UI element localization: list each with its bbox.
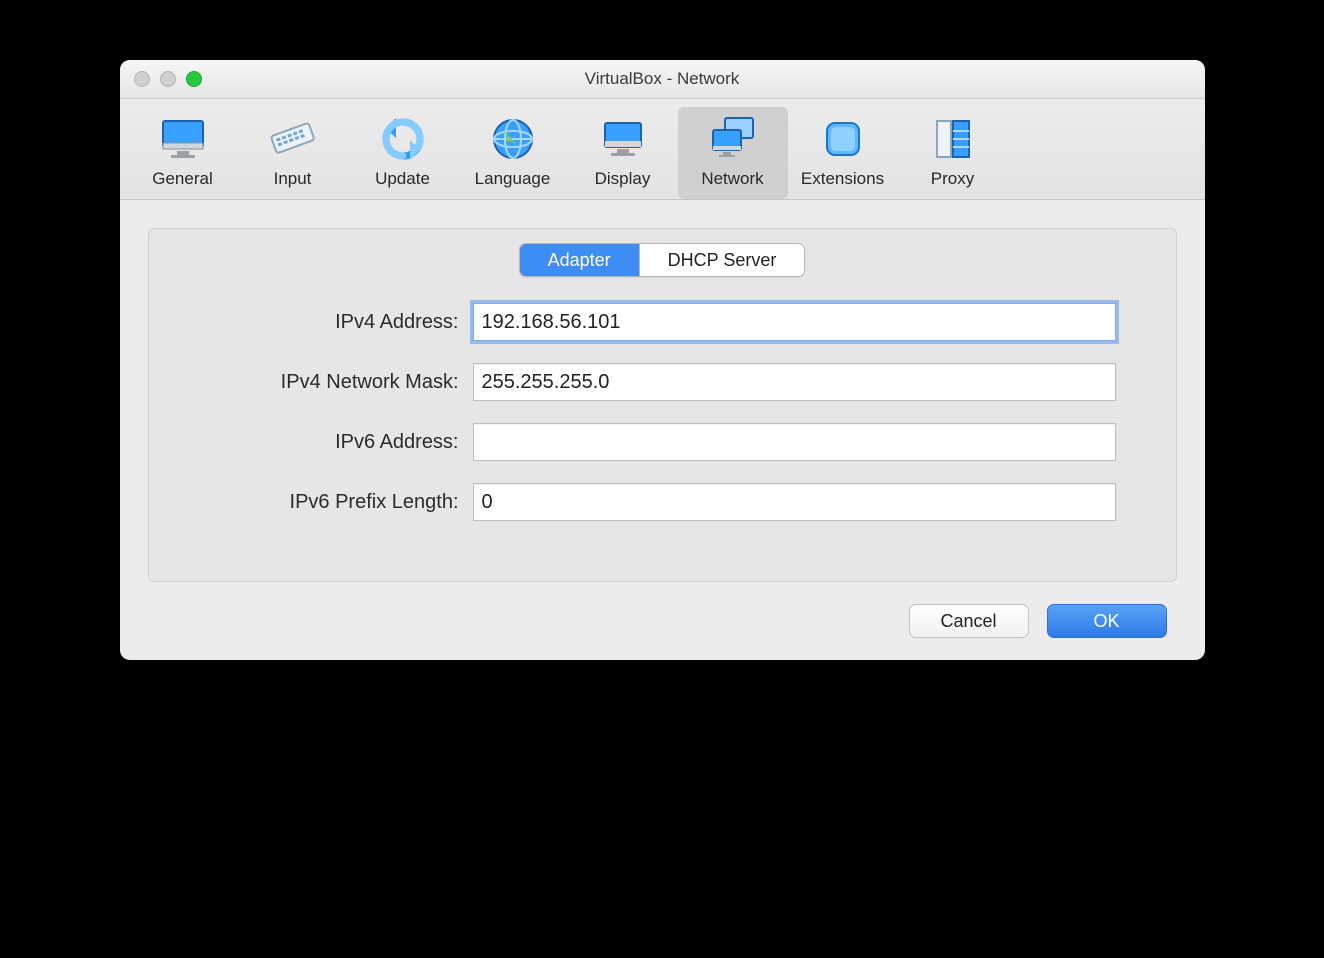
toolbar-item-network[interactable]: Network xyxy=(678,107,788,199)
toolbar-item-update[interactable]: Update xyxy=(348,107,458,199)
ok-button[interactable]: OK xyxy=(1047,604,1167,638)
toolbar-label: Network xyxy=(678,169,788,189)
proxy-icon xyxy=(898,113,1008,165)
display-icon xyxy=(568,113,678,165)
monitor-icon xyxy=(128,113,238,165)
ipv6-prefix-input[interactable] xyxy=(473,483,1116,521)
toolbar-label: Input xyxy=(238,169,348,189)
cancel-button[interactable]: Cancel xyxy=(909,604,1029,638)
refresh-icon xyxy=(348,113,458,165)
ipv4-mask-label: IPv4 Network Mask: xyxy=(149,371,459,394)
tab-segment-wrap: Adapter DHCP Server xyxy=(149,229,1176,303)
window-title: VirtualBox - Network xyxy=(120,69,1205,89)
ipv4-mask-input[interactable] xyxy=(473,363,1116,401)
titlebar: VirtualBox - Network xyxy=(120,60,1205,99)
tab-segment: Adapter DHCP Server xyxy=(519,243,806,277)
toolbar-item-display[interactable]: Display xyxy=(568,107,678,199)
dialog-footer: Cancel OK xyxy=(148,582,1177,638)
tab-dhcp-server[interactable]: DHCP Server xyxy=(639,244,805,276)
toolbar-label: Update xyxy=(348,169,458,189)
toolbar-label: General xyxy=(128,169,238,189)
toolbar-item-proxy[interactable]: Proxy xyxy=(898,107,1008,199)
ipv6-address-label: IPv6 Address: xyxy=(149,431,459,454)
toolbar-item-general[interactable]: General xyxy=(128,107,238,199)
preferences-toolbar: General Input xyxy=(120,99,1205,200)
toolbar-label: Language xyxy=(458,169,568,189)
keyboard-icon xyxy=(238,113,348,165)
toolbar-label: Proxy xyxy=(898,169,1008,189)
network-icon xyxy=(678,113,788,165)
toolbar-label: Extensions xyxy=(788,169,898,189)
network-form: IPv4 Address: IPv4 Network Mask: IPv6 Ad… xyxy=(149,303,1176,521)
globe-icon xyxy=(458,113,568,165)
content-area: Adapter DHCP Server IPv4 Address: IPv4 N… xyxy=(120,200,1205,660)
tab-adapter[interactable]: Adapter xyxy=(520,244,639,276)
toolbar-item-input[interactable]: Input xyxy=(238,107,348,199)
toolbar-item-language[interactable]: Language xyxy=(458,107,568,199)
preferences-window: VirtualBox - Network General xyxy=(120,60,1205,660)
ipv6-prefix-label: IPv6 Prefix Length: xyxy=(149,491,459,514)
adapter-panel: Adapter DHCP Server IPv4 Address: IPv4 N… xyxy=(148,228,1177,582)
ipv4-address-input[interactable] xyxy=(473,303,1116,341)
ipv4-address-label: IPv4 Address: xyxy=(149,311,459,334)
toolbar-item-extensions[interactable]: Extensions xyxy=(788,107,898,199)
toolbar-label: Display xyxy=(568,169,678,189)
extensions-icon xyxy=(788,113,898,165)
ipv6-address-input[interactable] xyxy=(473,423,1116,461)
